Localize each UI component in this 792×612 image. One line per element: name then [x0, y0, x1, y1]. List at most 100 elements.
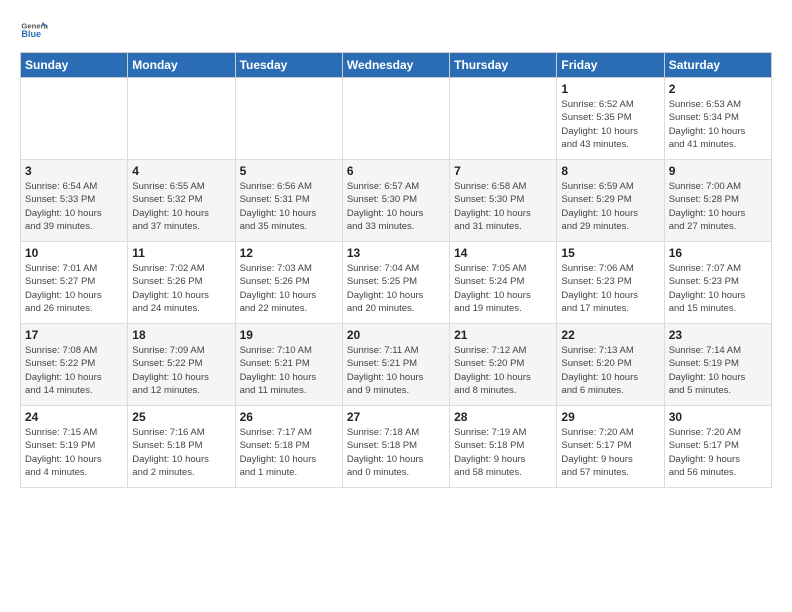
calendar-cell: 12Sunrise: 7:03 AM Sunset: 5:26 PM Dayli…	[235, 242, 342, 324]
day-info: Sunrise: 6:56 AM Sunset: 5:31 PM Dayligh…	[240, 180, 338, 233]
day-info: Sunrise: 6:55 AM Sunset: 5:32 PM Dayligh…	[132, 180, 230, 233]
calendar-cell: 11Sunrise: 7:02 AM Sunset: 5:26 PM Dayli…	[128, 242, 235, 324]
day-info: Sunrise: 7:17 AM Sunset: 5:18 PM Dayligh…	[240, 426, 338, 479]
day-number: 9	[669, 164, 767, 178]
day-info: Sunrise: 7:05 AM Sunset: 5:24 PM Dayligh…	[454, 262, 552, 315]
day-info: Sunrise: 7:03 AM Sunset: 5:26 PM Dayligh…	[240, 262, 338, 315]
day-number: 29	[561, 410, 659, 424]
calendar-cell: 13 Sunrise: 7:04 AM Sunset: 5:25 PM Dayli…	[342, 242, 449, 324]
day-info: Sunrise: 6:54 AM Sunset: 5:33 PM Dayligh…	[25, 180, 123, 233]
day-number: 18	[132, 328, 230, 342]
calendar-cell: 25Sunrise: 7:16 AM Sunset: 5:18 PM Dayli…	[128, 406, 235, 488]
column-header-wednesday: Wednesday	[342, 53, 449, 78]
calendar-body: 1 Sunrise: 6:52 AM Sunset: 5:35 PM Daylig…	[21, 78, 772, 488]
calendar-cell: 26 Sunrise: 7:17 AM Sunset: 5:18 PM Dayli…	[235, 406, 342, 488]
calendar-cell: 20 Sunrise: 7:11 AM Sunset: 5:21 PM Dayli…	[342, 324, 449, 406]
calendar-cell: 2 Sunrise: 6:53 AM Sunset: 5:34 PM Daylig…	[664, 78, 771, 160]
calendar-cell: 16Sunrise: 7:07 AM Sunset: 5:23 PM Dayli…	[664, 242, 771, 324]
calendar-cell: 21 Sunrise: 7:12 AM Sunset: 5:20 PM Dayli…	[450, 324, 557, 406]
column-header-tuesday: Tuesday	[235, 53, 342, 78]
calendar-cell: 14 Sunrise: 7:05 AM Sunset: 5:24 PM Dayli…	[450, 242, 557, 324]
day-number: 8	[561, 164, 659, 178]
day-number: 2	[669, 82, 767, 96]
calendar-cell: 5 Sunrise: 6:56 AM Sunset: 5:31 PM Daylig…	[235, 160, 342, 242]
calendar-cell: 8 Sunrise: 6:59 AM Sunset: 5:29 PM Daylig…	[557, 160, 664, 242]
day-info: Sunrise: 7:16 AM Sunset: 5:18 PM Dayligh…	[132, 426, 230, 479]
day-number: 19	[240, 328, 338, 342]
day-number: 28	[454, 410, 552, 424]
calendar-cell: 23Sunrise: 7:14 AM Sunset: 5:19 PM Dayli…	[664, 324, 771, 406]
day-info: Sunrise: 7:08 AM Sunset: 5:22 PM Dayligh…	[25, 344, 123, 397]
day-info: Sunrise: 7:11 AM Sunset: 5:21 PM Dayligh…	[347, 344, 445, 397]
calendar-week-4: 17 Sunrise: 7:08 AM Sunset: 5:22 PM Dayli…	[21, 324, 772, 406]
day-number: 1	[561, 82, 659, 96]
calendar-cell: 9 Sunrise: 7:00 AM Sunset: 5:28 PM Daylig…	[664, 160, 771, 242]
calendar-cell	[128, 78, 235, 160]
day-number: 30	[669, 410, 767, 424]
page-header: General Blue	[20, 16, 772, 44]
calendar-table: SundayMondayTuesdayWednesdayThursdayFrid…	[20, 52, 772, 488]
calendar-cell: 30 Sunrise: 7:20 AM Sunset: 5:17 PM Dayli…	[664, 406, 771, 488]
column-header-thursday: Thursday	[450, 53, 557, 78]
day-info: Sunrise: 7:12 AM Sunset: 5:20 PM Dayligh…	[454, 344, 552, 397]
logo: General Blue	[20, 16, 48, 44]
day-number: 14	[454, 246, 552, 260]
day-number: 20	[347, 328, 445, 342]
day-number: 6	[347, 164, 445, 178]
day-info: Sunrise: 7:06 AM Sunset: 5:23 PM Dayligh…	[561, 262, 659, 315]
day-number: 3	[25, 164, 123, 178]
day-info: Sunrise: 7:10 AM Sunset: 5:21 PM Dayligh…	[240, 344, 338, 397]
day-info: Sunrise: 6:59 AM Sunset: 5:29 PM Dayligh…	[561, 180, 659, 233]
svg-text:Blue: Blue	[21, 29, 41, 39]
column-header-monday: Monday	[128, 53, 235, 78]
calendar-cell	[450, 78, 557, 160]
day-number: 5	[240, 164, 338, 178]
day-info: Sunrise: 7:00 AM Sunset: 5:28 PM Dayligh…	[669, 180, 767, 233]
logo-icon: General Blue	[20, 16, 48, 44]
calendar-week-1: 1 Sunrise: 6:52 AM Sunset: 5:35 PM Daylig…	[21, 78, 772, 160]
calendar-cell: 29 Sunrise: 7:20 AM Sunset: 5:17 PM Dayli…	[557, 406, 664, 488]
day-info: Sunrise: 6:58 AM Sunset: 5:30 PM Dayligh…	[454, 180, 552, 233]
day-info: Sunrise: 7:15 AM Sunset: 5:19 PM Dayligh…	[25, 426, 123, 479]
column-header-sunday: Sunday	[21, 53, 128, 78]
day-info: Sunrise: 7:04 AM Sunset: 5:25 PM Dayligh…	[347, 262, 445, 315]
day-number: 21	[454, 328, 552, 342]
calendar-week-5: 24 Sunrise: 7:15 AM Sunset: 5:19 PM Dayli…	[21, 406, 772, 488]
calendar-cell	[235, 78, 342, 160]
day-number: 26	[240, 410, 338, 424]
day-info: Sunrise: 7:20 AM Sunset: 5:17 PM Dayligh…	[669, 426, 767, 479]
day-number: 24	[25, 410, 123, 424]
day-info: Sunrise: 6:53 AM Sunset: 5:34 PM Dayligh…	[669, 98, 767, 151]
day-number: 11	[132, 246, 230, 260]
calendar-cell: 22 Sunrise: 7:13 AM Sunset: 5:20 PM Dayli…	[557, 324, 664, 406]
day-number: 15	[561, 246, 659, 260]
calendar-cell	[21, 78, 128, 160]
calendar-cell: 27Sunrise: 7:18 AM Sunset: 5:18 PM Dayli…	[342, 406, 449, 488]
day-number: 4	[132, 164, 230, 178]
day-info: Sunrise: 7:19 AM Sunset: 5:18 PM Dayligh…	[454, 426, 552, 479]
day-info: Sunrise: 7:01 AM Sunset: 5:27 PM Dayligh…	[25, 262, 123, 315]
calendar-cell: 24 Sunrise: 7:15 AM Sunset: 5:19 PM Dayli…	[21, 406, 128, 488]
calendar-cell	[342, 78, 449, 160]
column-header-saturday: Saturday	[664, 53, 771, 78]
calendar-cell: 7Sunrise: 6:58 AM Sunset: 5:30 PM Daylig…	[450, 160, 557, 242]
day-number: 17	[25, 328, 123, 342]
day-number: 13	[347, 246, 445, 260]
day-info: Sunrise: 7:20 AM Sunset: 5:17 PM Dayligh…	[561, 426, 659, 479]
day-info: Sunrise: 7:09 AM Sunset: 5:22 PM Dayligh…	[132, 344, 230, 397]
calendar-cell: 10 Sunrise: 7:01 AM Sunset: 5:27 PM Dayli…	[21, 242, 128, 324]
day-number: 10	[25, 246, 123, 260]
calendar-cell: 15 Sunrise: 7:06 AM Sunset: 5:23 PM Dayli…	[557, 242, 664, 324]
calendar-cell: 6 Sunrise: 6:57 AM Sunset: 5:30 PM Daylig…	[342, 160, 449, 242]
calendar-cell: 28 Sunrise: 7:19 AM Sunset: 5:18 PM Dayli…	[450, 406, 557, 488]
day-info: Sunrise: 6:57 AM Sunset: 5:30 PM Dayligh…	[347, 180, 445, 233]
day-number: 16	[669, 246, 767, 260]
day-info: Sunrise: 6:52 AM Sunset: 5:35 PM Dayligh…	[561, 98, 659, 151]
calendar-cell: 19 Sunrise: 7:10 AM Sunset: 5:21 PM Dayli…	[235, 324, 342, 406]
day-info: Sunrise: 7:13 AM Sunset: 5:20 PM Dayligh…	[561, 344, 659, 397]
calendar-cell: 3 Sunrise: 6:54 AM Sunset: 5:33 PM Daylig…	[21, 160, 128, 242]
day-number: 22	[561, 328, 659, 342]
calendar-week-3: 10 Sunrise: 7:01 AM Sunset: 5:27 PM Dayli…	[21, 242, 772, 324]
day-number: 27	[347, 410, 445, 424]
calendar-header: SundayMondayTuesdayWednesdayThursdayFrid…	[21, 53, 772, 78]
